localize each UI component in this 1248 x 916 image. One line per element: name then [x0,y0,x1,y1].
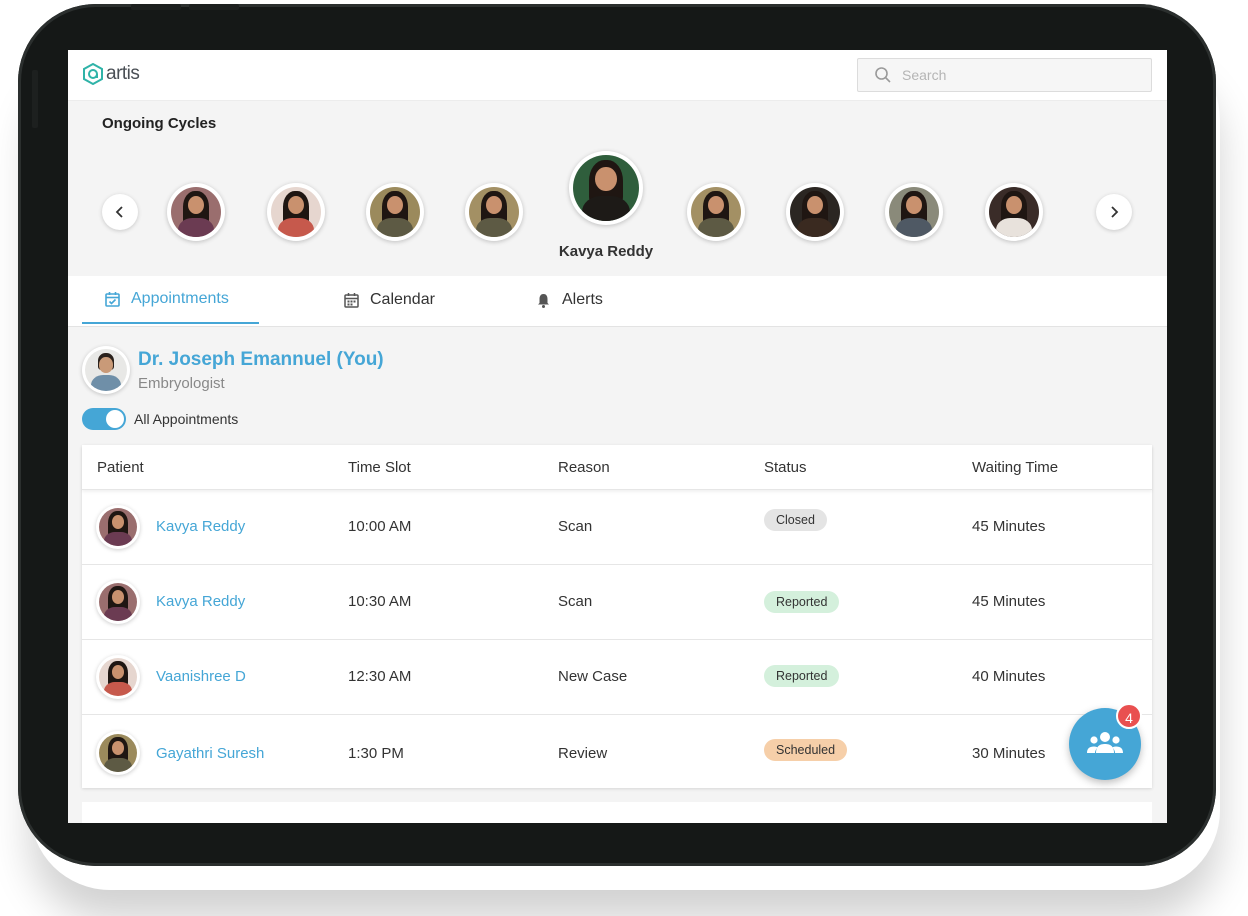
time-slot: 1:30 PM [348,745,404,762]
logo-text: artis [106,63,140,84]
reason: Scan [558,593,593,610]
carousel-prev-button[interactable] [102,194,138,230]
waiting-time: 45 Minutes [972,593,1046,610]
device-button-top [131,4,181,10]
group-icon [1087,732,1123,753]
status-badge: Scheduled [764,739,848,761]
tab-label: Calendar [370,291,435,308]
next-card-edge [82,802,1152,823]
appointments-table: Patient Time Slot Reason Status Waiting … [82,445,1152,788]
table-row[interactable]: Vaanishree D 12:30 AM New Case Reported … [82,640,1152,715]
status-badge: Reported [764,591,840,613]
carousel-next-button[interactable] [1096,194,1132,230]
cycle-avatar[interactable] [267,183,325,241]
time-slot: 10:00 AM [348,518,412,535]
patient-photo [99,658,137,696]
patient-photo [99,508,137,546]
patient-photo [889,187,939,237]
patient-avatar [96,655,140,699]
reason: Review [558,745,608,762]
waiting-time: 45 Minutes [972,518,1046,535]
notification-count-badge: 4 [1116,703,1142,729]
cycle-avatar-selected[interactable] [569,151,643,225]
cycle-avatar[interactable] [465,183,523,241]
device-button-top-2 [189,4,239,10]
table-row[interactable]: Kavya Reddy 10:00 AM Scan Closed 45 Minu… [82,490,1152,565]
logo-mark-icon [83,63,103,85]
tab-label: Appointments [131,290,229,307]
patient-photo [370,187,420,237]
chevron-left-icon [115,206,123,218]
time-slot: 10:30 AM [348,593,412,610]
cycle-avatar[interactable] [167,183,225,241]
bell-icon [538,293,549,308]
top-bar: artis [68,50,1167,101]
patient-photo [271,187,321,237]
cycle-avatar[interactable] [687,183,745,241]
calendar-check-icon [105,291,120,307]
time-slot: 12:30 AM [348,668,412,685]
patient-photo [99,583,137,621]
waiting-time: 40 Minutes [972,668,1046,685]
chevron-right-icon [1111,206,1119,218]
status-badge: Reported [764,665,840,687]
cycle-avatar[interactable] [786,183,844,241]
featured-patient-name: Kavya Reddy [558,243,654,260]
reason: New Case [558,668,628,685]
all-appointments-toggle[interactable] [82,408,126,430]
column-header-reason[interactable]: Reason [558,459,610,476]
calendar-icon [344,292,359,308]
patient-name-link[interactable]: Kavya Reddy [156,518,245,535]
doctor-avatar [82,346,130,394]
patient-photo [99,734,137,772]
doctor-photo [85,349,127,391]
table-header: Patient Time Slot Reason Status Waiting … [82,445,1152,490]
column-header-waiting-time[interactable]: Waiting Time [972,459,1058,476]
patient-photo [790,187,840,237]
doctor-name[interactable]: Dr. Joseph Emannuel (You) [138,349,384,371]
patient-photo [469,187,519,237]
column-header-time-slot[interactable]: Time Slot [348,459,411,476]
status-badge: Closed [764,509,827,531]
device-button-side [32,70,38,128]
search-icon [875,67,891,83]
patient-photo [573,155,639,221]
patient-photo [989,187,1039,237]
patient-avatar [96,731,140,775]
tab-calendar[interactable]: Calendar [343,276,435,324]
patient-avatar [96,505,140,549]
patient-name-link[interactable]: Kavya Reddy [156,593,245,610]
search-box[interactable] [857,58,1152,92]
tab-alerts[interactable]: Alerts [535,276,603,324]
column-header-status[interactable]: Status [764,459,807,476]
patient-photo [691,187,741,237]
patient-name-link[interactable]: Gayathri Suresh [156,745,264,762]
doctor-role: Embryologist [138,375,225,392]
search-input[interactable] [900,66,1124,84]
toggle-label: All Appointments [134,411,239,427]
ongoing-cycles-title: Ongoing Cycles [102,115,217,132]
tab-bar: Appointments Calendar Alerts [68,276,1167,327]
patient-photo [171,187,221,237]
artis-logo[interactable]: artis [82,63,140,85]
tab-label: Alerts [562,291,603,308]
table-row[interactable]: Kavya Reddy 10:30 AM Scan Reported 45 Mi… [82,565,1152,640]
reason: Scan [558,518,593,535]
tab-appointments[interactable]: Appointments [82,276,259,324]
cycle-avatar[interactable] [985,183,1043,241]
cycle-avatar[interactable] [885,183,943,241]
column-header-patient[interactable]: Patient [97,459,144,476]
table-row[interactable]: Gayathri Suresh 1:30 PM Review Scheduled… [82,715,1152,788]
app-screen: artis Ongoing Cycles Kavya Reddy [68,50,1167,823]
waiting-time: 30 Minutes [972,745,1046,762]
patient-name-link[interactable]: Vaanishree D [156,668,246,685]
patient-avatar [96,580,140,624]
toggle-knob [106,410,124,428]
cycle-avatar[interactable] [366,183,424,241]
